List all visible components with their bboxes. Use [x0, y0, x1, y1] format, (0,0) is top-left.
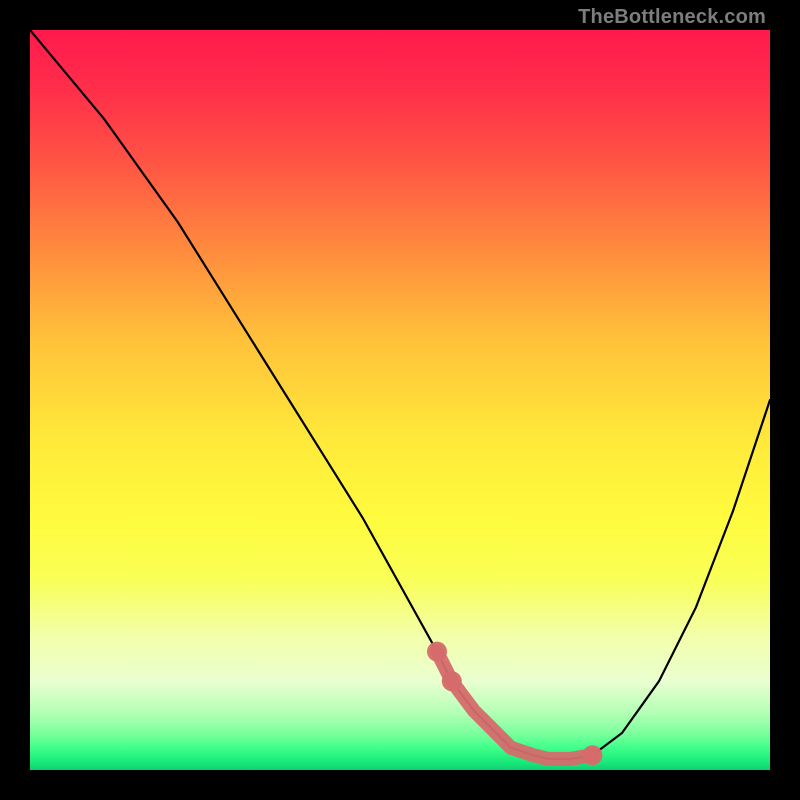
- curve-layer: [30, 30, 770, 770]
- highlight-band: [437, 652, 592, 759]
- bottleneck-curve: [30, 30, 770, 759]
- chart-frame: TheBottleneck.com: [0, 0, 800, 800]
- watermark-text: TheBottleneck.com: [578, 6, 766, 29]
- plot-area: [30, 30, 770, 770]
